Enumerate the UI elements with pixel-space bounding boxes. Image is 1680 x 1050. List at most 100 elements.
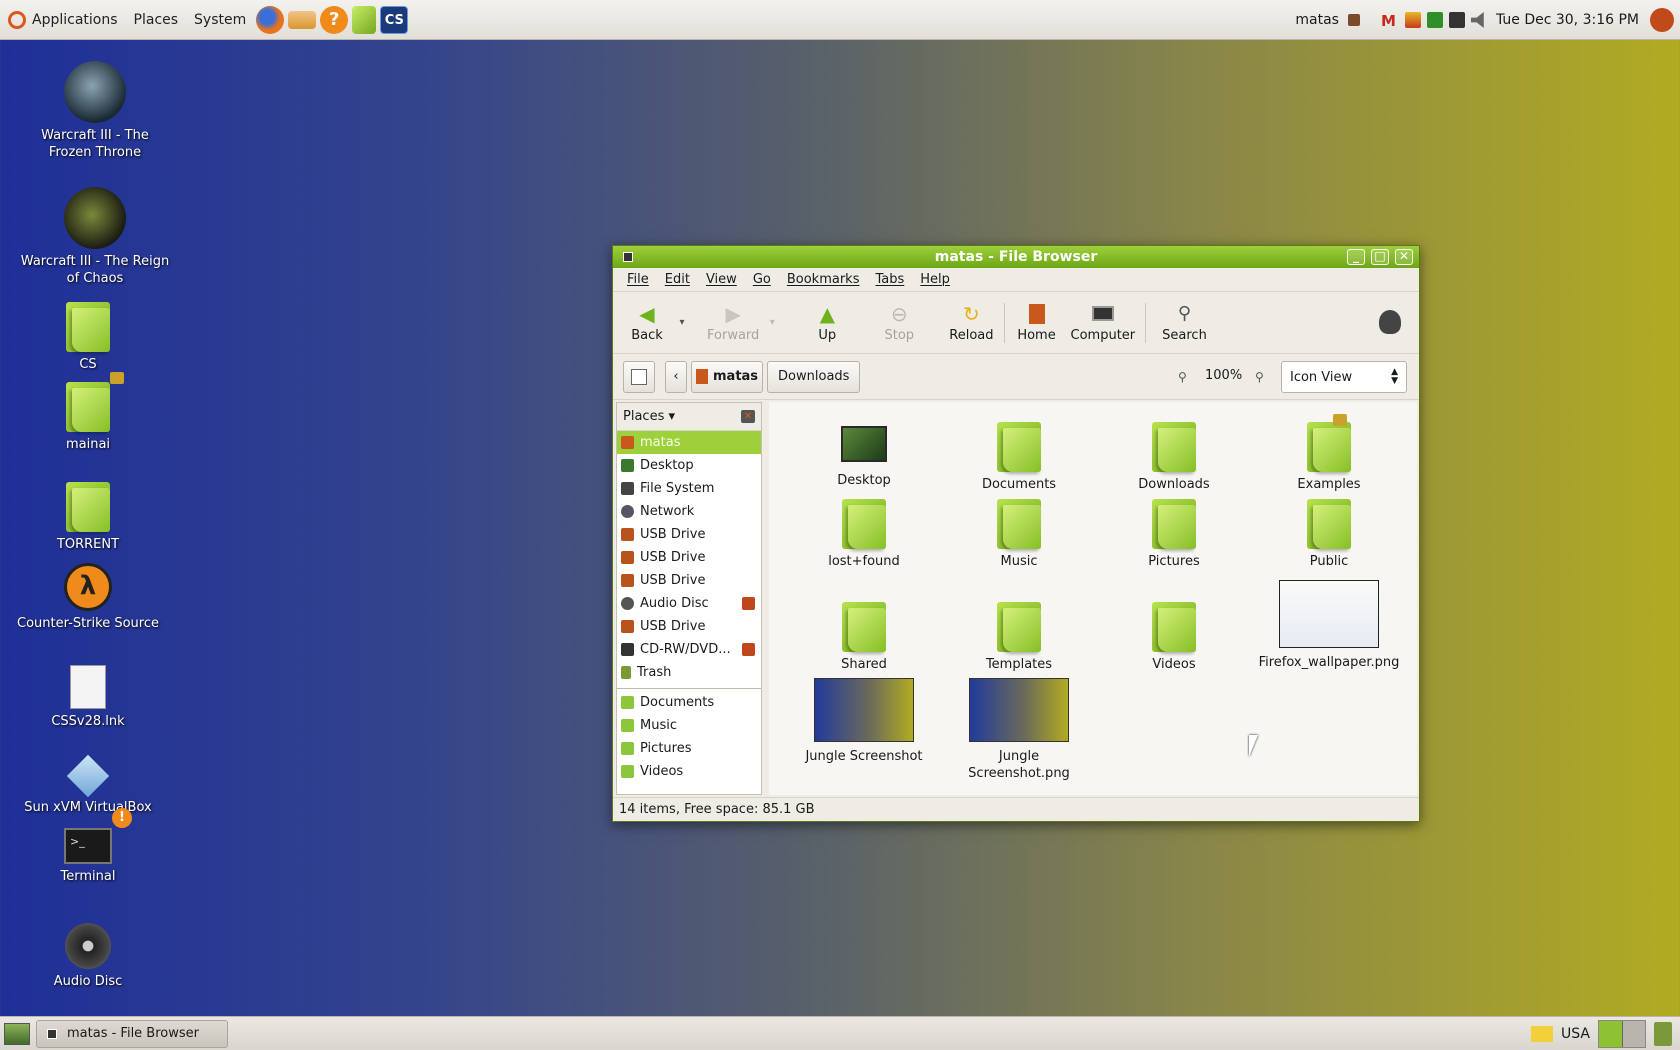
network-manager-icon[interactable]: [1426, 12, 1443, 28]
menu-go[interactable]: Go: [745, 272, 779, 287]
file-item-music[interactable]: Music: [944, 499, 1094, 570]
file-item-lost-found[interactable]: lost+found: [789, 499, 939, 570]
home-button[interactable]: Home: [1009, 295, 1065, 351]
sidebar-item-file-system[interactable]: File System: [617, 477, 761, 500]
toggle-location-entry-button[interactable]: [623, 360, 655, 393]
file-item-firefox-wallpaper[interactable]: Firefox_wallpaper.png: [1254, 580, 1404, 671]
close-sidebar-icon[interactable]: ✕: [741, 410, 755, 423]
maximize-button[interactable]: □: [1371, 249, 1389, 265]
folder-notification-icon[interactable]: [1531, 1026, 1554, 1042]
window-icon: [47, 1028, 57, 1039]
close-button[interactable]: ✕: [1395, 249, 1413, 265]
bookmark-documents[interactable]: Documents: [617, 691, 761, 714]
sidebar-item-audio-disc[interactable]: Audio Disc: [617, 592, 761, 615]
stop-button[interactable]: ⊖ Stop: [871, 295, 927, 351]
sidebar-item-usb-drive[interactable]: USB Drive: [617, 546, 761, 569]
workspace-switcher[interactable]: [1598, 1020, 1646, 1048]
sidebar-item-usb-drive[interactable]: USB Drive: [617, 615, 761, 638]
zoom-out-button[interactable]: ⚲: [1178, 370, 1187, 384]
forward-history-dropdown[interactable]: ▾: [765, 317, 779, 328]
file-item-jungle-screenshot[interactable]: Jungle Screenshot: [789, 678, 939, 765]
menu-view[interactable]: View: [698, 272, 745, 287]
bookmark-pictures[interactable]: Pictures: [617, 737, 761, 760]
eject-icon[interactable]: [742, 597, 755, 610]
clock[interactable]: Tue Dec 30, 3:16 PM: [1496, 12, 1639, 28]
update-notifier-icon[interactable]: [1404, 12, 1421, 28]
workspace-1[interactable]: [1599, 1021, 1623, 1047]
file-item-pictures[interactable]: Pictures: [1099, 499, 1249, 570]
desktop-icon-virtualbox[interactable]: Sun xVM VirtualBox: [13, 754, 163, 816]
power-icon[interactable]: [1650, 8, 1674, 32]
firefox-icon[interactable]: [256, 5, 285, 34]
desktop-icon-audio-disc[interactable]: Audio Disc: [13, 923, 163, 990]
trash-applet-icon[interactable]: [1654, 1022, 1672, 1046]
sidebar-item-matas[interactable]: matas: [617, 431, 761, 454]
show-desktop-button[interactable]: [4, 1022, 30, 1045]
file-item-examples[interactable]: Examples: [1254, 414, 1404, 493]
volume-icon[interactable]: [1470, 12, 1484, 28]
taskbar-item-file-browser[interactable]: matas - File Browser: [36, 1019, 228, 1048]
sidebar-type-select[interactable]: Places ▾: [623, 409, 675, 424]
desktop-icon-counter-strike[interactable]: λ Counter-Strike Source: [13, 563, 163, 632]
back-history-dropdown[interactable]: ▾: [675, 317, 689, 328]
path-scroll-left-button[interactable]: ‹: [665, 360, 687, 393]
display-icon[interactable]: [1448, 12, 1465, 28]
sidebar-item-cd-rw[interactable]: CD-RW/DVD...: [617, 638, 761, 661]
help-icon[interactable]: ?: [320, 5, 349, 34]
desktop-icon-warcraft-frozen-throne[interactable]: Warcraft III - The Frozen Throne: [20, 61, 170, 161]
sidebar-item-trash[interactable]: Trash: [617, 661, 761, 684]
desktop-icon-mainai[interactable]: mainai: [13, 372, 163, 453]
file-item-jungle-screenshot-png[interactable]: Jungle Screenshot.png: [944, 678, 1094, 782]
mail-icon[interactable]: [288, 10, 317, 29]
window-titlebar[interactable]: matas - File Browser _ □ ✕: [613, 246, 1419, 268]
desktop-icon-cssv28[interactable]: CSSv28.lnk: [13, 665, 163, 730]
window-menu-icon[interactable]: [623, 252, 633, 262]
user-name[interactable]: matas: [1295, 12, 1339, 28]
menu-bookmarks[interactable]: Bookmarks: [779, 272, 868, 287]
file-item-public[interactable]: Public: [1254, 499, 1404, 570]
sidebar-item-network[interactable]: Network: [617, 500, 761, 523]
zoom-level[interactable]: 100%: [1205, 368, 1242, 383]
up-button[interactable]: ▲ Up: [799, 295, 855, 351]
sidebar-item-usb-drive[interactable]: USB Drive: [617, 569, 761, 592]
places-menu[interactable]: Places: [126, 0, 187, 40]
minimize-button[interactable]: _: [1347, 249, 1365, 265]
forward-button[interactable]: ▶ Forward: [701, 295, 765, 351]
desktop-icon-torrent[interactable]: TORRENT: [13, 482, 163, 553]
applications-menu[interactable]: Applications: [0, 0, 126, 40]
bookmark-music[interactable]: Music: [617, 714, 761, 737]
view-mode-select[interactable]: Icon View ▲ ▼: [1281, 361, 1407, 393]
zoom-in-button[interactable]: ⚲: [1255, 370, 1264, 384]
keyboard-layout[interactable]: USA: [1561, 1026, 1590, 1042]
back-button[interactable]: ◀ Back: [619, 295, 675, 351]
cs-icon[interactable]: CS: [380, 5, 409, 34]
path-button-matas[interactable]: matas: [691, 360, 764, 393]
file-item-documents[interactable]: Documents: [944, 422, 1094, 493]
folder-icon[interactable]: [352, 5, 377, 34]
workspace-2[interactable]: [1622, 1021, 1645, 1047]
desktop-icon-terminal[interactable]: >_ ! Terminal: [13, 808, 163, 885]
eject-icon[interactable]: [742, 643, 755, 656]
path-button-downloads[interactable]: Downloads: [767, 360, 861, 393]
gmail-icon[interactable]: M: [1381, 12, 1399, 30]
file-item-downloads[interactable]: Downloads: [1099, 422, 1249, 493]
sidebar-item-desktop[interactable]: Desktop: [617, 454, 761, 477]
search-button[interactable]: ⚲ Search: [1156, 295, 1213, 351]
file-item-templates[interactable]: Templates: [944, 602, 1094, 673]
system-menu[interactable]: System: [186, 0, 254, 40]
reload-button[interactable]: ↻ Reload: [943, 295, 999, 351]
menu-edit[interactable]: Edit: [657, 272, 698, 287]
file-item-shared[interactable]: Shared: [789, 602, 939, 673]
bookmark-videos[interactable]: Videos: [617, 760, 761, 783]
file-item-videos[interactable]: Videos: [1099, 602, 1249, 673]
menu-help[interactable]: Help: [912, 272, 958, 287]
desktop-icon-warcraft-reign-of-chaos[interactable]: Warcraft III - The Reign of Chaos: [20, 187, 170, 287]
sidebar-item-usb-drive[interactable]: USB Drive: [617, 523, 761, 546]
file-item-desktop[interactable]: Desktop: [789, 422, 939, 489]
menu-file[interactable]: File: [619, 272, 657, 287]
desktop-icon-cs[interactable]: CS: [13, 302, 163, 373]
menu-tabs[interactable]: Tabs: [867, 272, 912, 287]
computer-button[interactable]: Computer: [1065, 295, 1142, 351]
user-status-icon[interactable]: [1347, 14, 1360, 26]
file-icon-view[interactable]: Desktop Documents Downloads Examples los…: [769, 402, 1417, 795]
